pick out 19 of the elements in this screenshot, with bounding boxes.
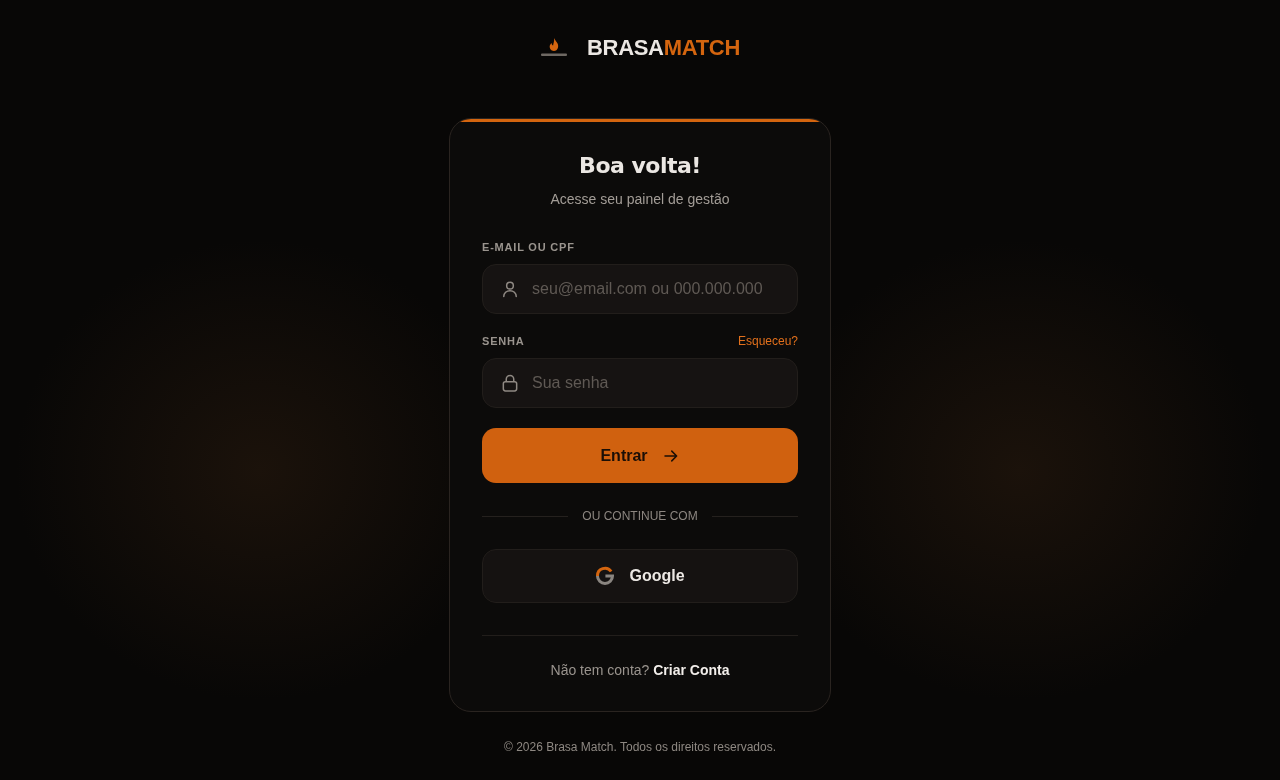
create-account-link[interactable]: Criar Conta xyxy=(653,662,730,678)
card-title: Boa volta! xyxy=(578,152,702,180)
signup-prompt: Não tem conta? Criar Conta xyxy=(549,661,731,679)
forgot-password-link[interactable]: Esqueceu? xyxy=(737,334,798,348)
google-login-button[interactable]: Google xyxy=(482,549,798,603)
g-logo-icon xyxy=(595,566,616,586)
field-label: E-MAIL OU CPF xyxy=(482,240,575,254)
password-field[interactable]: Sua senha xyxy=(482,358,798,408)
field-label: SENHA xyxy=(482,334,525,348)
email-field[interactable]: seu@email.com ou 000.000.000 xyxy=(482,264,798,314)
login-button[interactable]: Entrar xyxy=(482,428,798,483)
card-subtitle: Acesse seu painel de gestão xyxy=(549,190,731,208)
copyright-text: © 2026 Brasa Match. Todos os direitos reservados. xyxy=(503,739,777,755)
flame-logo-icon xyxy=(540,38,568,58)
wordmark-text: MATCH xyxy=(663,34,740,62)
wordmark-text: BRASA xyxy=(587,34,664,62)
lock-icon xyxy=(500,373,520,393)
divider-label: OU CONTINUE COM xyxy=(582,509,698,523)
user-icon xyxy=(500,279,520,299)
